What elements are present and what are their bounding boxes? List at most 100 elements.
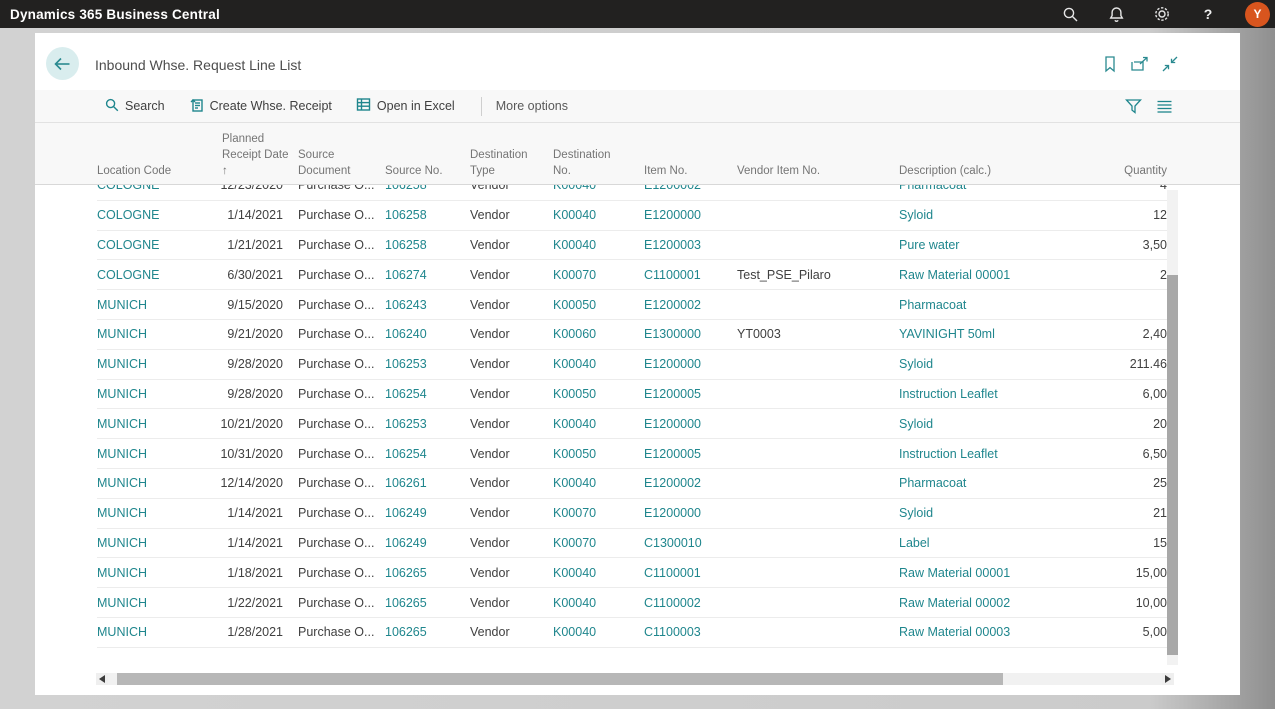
cell-quantity[interactable]: 10,00	[1049, 596, 1167, 610]
cell-quantity[interactable]: 25	[1049, 476, 1167, 490]
cell-destination-no[interactable]: K00040	[553, 596, 638, 610]
cell-quantity[interactable]: 5,00	[1049, 625, 1167, 639]
cell-source-document[interactable]: Purchase O...	[298, 596, 388, 610]
cell-planned-receipt-date[interactable]: 1/14/2021	[197, 208, 283, 222]
scroll-right-arrow-icon[interactable]	[1162, 673, 1174, 685]
table-row[interactable]: MUNICH 1/14/2021 Purchase O... 106249 Ve…	[97, 529, 1167, 559]
cell-location-code[interactable]: COLOGNE	[97, 238, 207, 252]
column-header-planned-receipt-date[interactable]: Planned Receipt Date ↑	[222, 131, 292, 179]
filter-icon[interactable]	[1125, 98, 1142, 115]
cell-source-document[interactable]: Purchase O...	[298, 476, 388, 490]
cell-source-document[interactable]: Purchase O...	[298, 566, 388, 580]
cell-source-document[interactable]: Purchase O...	[298, 298, 388, 312]
cell-source-no[interactable]: 106274	[385, 268, 465, 282]
more-options-button[interactable]: More options	[496, 99, 568, 113]
cell-planned-receipt-date[interactable]: 9/15/2020	[197, 298, 283, 312]
cell-source-document[interactable]: Purchase O...	[298, 238, 388, 252]
cell-destination-type[interactable]: Vendor	[470, 238, 550, 252]
cell-source-document[interactable]: Purchase O...	[298, 387, 388, 401]
cell-planned-receipt-date[interactable]: 9/28/2020	[197, 357, 283, 371]
cell-source-no[interactable]: 106265	[385, 566, 465, 580]
cell-destination-type[interactable]: Vendor	[470, 357, 550, 371]
table-row[interactable]: COLOGNE 6/30/2021 Purchase O... 106274 V…	[97, 260, 1167, 290]
cell-quantity[interactable]: 2,40	[1049, 327, 1167, 341]
cell-source-document[interactable]: Purchase O...	[298, 447, 388, 461]
table-row[interactable]: COLOGNE 1/14/2021 Purchase O... 106258 V…	[97, 201, 1167, 231]
cell-source-no[interactable]: 106258	[385, 208, 465, 222]
cell-planned-receipt-date[interactable]: 9/28/2020	[197, 387, 283, 401]
cell-description[interactable]: YAVINIGHT 50ml	[899, 327, 1059, 341]
cell-description[interactable]: Syloid	[899, 417, 1059, 431]
cell-item-no[interactable]: E1200002	[644, 185, 734, 192]
cell-item-no[interactable]: C1100001	[644, 268, 734, 282]
cell-item-no[interactable]: E1200000	[644, 506, 734, 520]
cell-quantity[interactable]: 2	[1049, 268, 1167, 282]
cell-source-no[interactable]: 106254	[385, 387, 465, 401]
cell-source-document[interactable]: Purchase O...	[298, 536, 388, 550]
cell-quantity[interactable]: 15,00	[1049, 566, 1167, 580]
cell-item-no[interactable]: E1200002	[644, 298, 734, 312]
cell-item-no[interactable]: E1300000	[644, 327, 734, 341]
back-button[interactable]	[46, 47, 79, 80]
table-row[interactable]: COLOGNE 12/23/2020 Purchase O... 106258 …	[97, 185, 1167, 201]
search-icon[interactable]	[1047, 0, 1093, 28]
cell-description[interactable]: Instruction Leaflet	[899, 387, 1059, 401]
table-row[interactable]: MUNICH 1/22/2021 Purchase O... 106265 Ve…	[97, 588, 1167, 618]
cell-destination-type[interactable]: Vendor	[470, 268, 550, 282]
cell-destination-no[interactable]: K00070	[553, 268, 638, 282]
notifications-icon[interactable]	[1093, 0, 1139, 28]
cell-source-document[interactable]: Purchase O...	[298, 327, 388, 341]
cell-description[interactable]: Pharmacoat	[899, 476, 1059, 490]
cell-destination-type[interactable]: Vendor	[470, 536, 550, 550]
cell-destination-type[interactable]: Vendor	[470, 506, 550, 520]
cell-source-document[interactable]: Purchase O...	[298, 185, 388, 192]
cell-destination-type[interactable]: Vendor	[470, 185, 550, 192]
cell-planned-receipt-date[interactable]: 10/21/2020	[197, 417, 283, 431]
cell-quantity[interactable]: 21	[1049, 506, 1167, 520]
cell-location-code[interactable]: MUNICH	[97, 417, 207, 431]
cell-item-no[interactable]: E1200002	[644, 476, 734, 490]
cell-location-code[interactable]: MUNICH	[97, 596, 207, 610]
cell-item-no[interactable]: E1200000	[644, 417, 734, 431]
column-header-description[interactable]: Description (calc.)	[899, 163, 1059, 179]
cell-source-no[interactable]: 106258	[385, 185, 465, 192]
table-row[interactable]: MUNICH 10/21/2020 Purchase O... 106253 V…	[97, 409, 1167, 439]
cell-source-no[interactable]: 106253	[385, 357, 465, 371]
cell-item-no[interactable]: C1100002	[644, 596, 734, 610]
cell-description[interactable]: Syloid	[899, 357, 1059, 371]
bookmark-icon[interactable]	[1101, 55, 1119, 73]
cell-source-document[interactable]: Purchase O...	[298, 268, 388, 282]
cell-source-no[interactable]: 106249	[385, 506, 465, 520]
cell-destination-type[interactable]: Vendor	[470, 327, 550, 341]
cell-description[interactable]: Raw Material 00001	[899, 566, 1059, 580]
cell-location-code[interactable]: MUNICH	[97, 357, 207, 371]
cell-location-code[interactable]: MUNICH	[97, 387, 207, 401]
column-header-destination-no[interactable]: Destination No.	[553, 147, 638, 179]
cell-location-code[interactable]: MUNICH	[97, 298, 207, 312]
cell-destination-no[interactable]: K00070	[553, 536, 638, 550]
cell-destination-no[interactable]: K00040	[553, 208, 638, 222]
cell-source-no[interactable]: 106265	[385, 596, 465, 610]
settings-icon[interactable]	[1139, 0, 1185, 28]
cell-source-no[interactable]: 106253	[385, 417, 465, 431]
table-row[interactable]: COLOGNE 1/21/2021 Purchase O... 106258 V…	[97, 231, 1167, 261]
cell-source-document[interactable]: Purchase O...	[298, 417, 388, 431]
cell-source-document[interactable]: Purchase O...	[298, 625, 388, 639]
cell-destination-no[interactable]: K00070	[553, 506, 638, 520]
cell-destination-no[interactable]: K00040	[553, 625, 638, 639]
cell-description[interactable]: Instruction Leaflet	[899, 447, 1059, 461]
cell-planned-receipt-date[interactable]: 1/21/2021	[197, 238, 283, 252]
table-row[interactable]: MUNICH 10/31/2020 Purchase O... 106254 V…	[97, 439, 1167, 469]
table-row[interactable]: MUNICH 1/18/2021 Purchase O... 106265 Ve…	[97, 558, 1167, 588]
cell-destination-no[interactable]: K00040	[553, 566, 638, 580]
table-row[interactable]: MUNICH 1/28/2021 Purchase O... 106265 Ve…	[97, 618, 1167, 648]
open-in-excel-button[interactable]: Open in Excel	[356, 97, 455, 115]
cell-description[interactable]: Pharmacoat	[899, 185, 1059, 192]
table-row[interactable]: MUNICH 1/14/2021 Purchase O... 106249 Ve…	[97, 499, 1167, 529]
cell-destination-type[interactable]: Vendor	[470, 447, 550, 461]
column-header-vendor-item-no[interactable]: Vendor Item No.	[737, 163, 895, 179]
cell-description[interactable]: Raw Material 00002	[899, 596, 1059, 610]
cell-item-no[interactable]: C1300010	[644, 536, 734, 550]
cell-quantity[interactable]: 6,00	[1049, 387, 1167, 401]
cell-item-no[interactable]: C1100003	[644, 625, 734, 639]
